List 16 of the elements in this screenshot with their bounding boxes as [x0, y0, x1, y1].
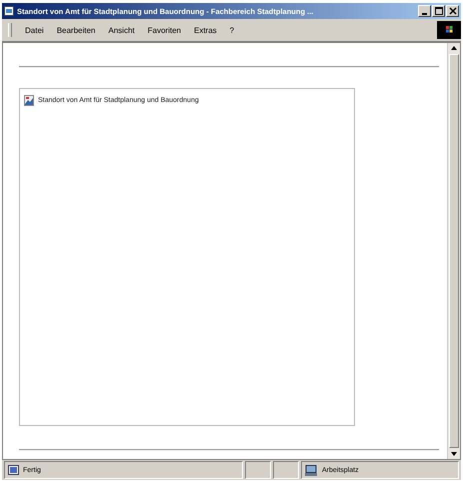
menu-item[interactable]: Extras	[194, 26, 217, 34]
menu-item[interactable]: Bearbeiten	[56, 26, 96, 34]
maximize-button[interactable]	[432, 5, 445, 17]
close-button[interactable]	[446, 5, 459, 17]
menu-item[interactable]: Favoriten	[148, 26, 181, 34]
computer-icon	[305, 464, 318, 476]
windows-logo-icon	[437, 21, 461, 39]
maximize-icon	[434, 7, 442, 15]
broken-image-icon	[24, 95, 34, 106]
menu-item[interactable]: Ansicht	[108, 26, 135, 34]
page-icon	[4, 6, 14, 16]
close-icon	[448, 7, 456, 15]
menu-item[interactable]: Datei	[25, 26, 44, 34]
minimize-button[interactable]	[418, 5, 431, 17]
menu-item[interactable]: ?	[230, 26, 234, 34]
page-icon	[8, 465, 19, 475]
